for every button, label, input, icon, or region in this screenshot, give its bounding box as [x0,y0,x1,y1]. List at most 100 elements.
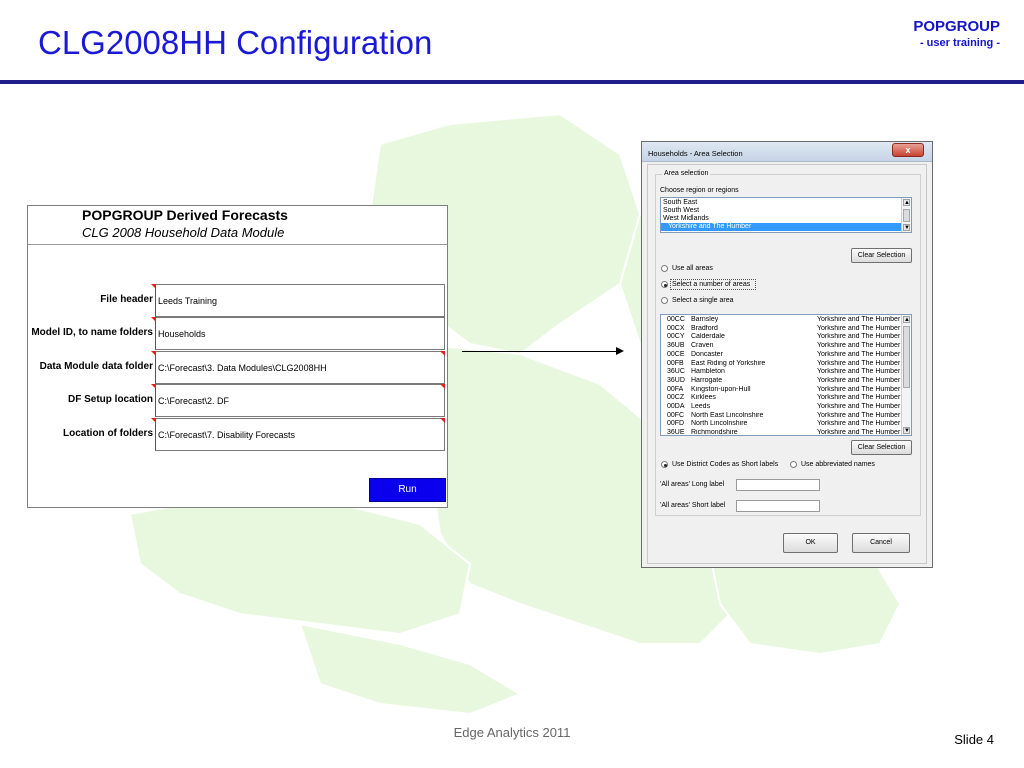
use-abbreviated-label: Use abbreviated names [801,461,875,468]
comment-marker-icon [151,384,156,389]
list-item[interactable]: 36UC Hambleton Yorkshire and The Humber [661,368,901,376]
form-header: POPGROUP Derived Forecasts CLG 2008 Hous… [28,206,447,245]
dialog-title: Households - Area Selection [648,149,743,158]
area-code: 00FD [667,420,685,428]
area-region: Yorkshire and The Humber [817,368,901,376]
scroll-down-icon[interactable]: ▼ [903,224,910,231]
comment-marker-icon [151,284,156,289]
area-code: 00FA [667,385,684,393]
clear-areas-button[interactable]: Clear Selection [851,440,912,455]
area-region: Yorkshire and The Humber [817,403,901,410]
list-item[interactable]: 36UB Craven Yorkshire and The Humber [661,342,901,350]
dialog-body: Area selection Choose region or regions … [647,164,927,564]
region-item-selected[interactable]: Yorkshire and The Humber [661,223,902,231]
dialog-titlebar[interactable]: Households - Area Selection x [642,142,932,162]
area-region: Yorkshire and The Humber [817,316,901,323]
area-code: 36UD [667,376,685,384]
area-code: 36UE [667,429,685,436]
footer-text: Edge Analytics 2011 [453,725,571,740]
area-code: 00CX [667,324,685,332]
area-code: 00CE [667,350,685,358]
list-item[interactable]: 00FA Kingston-upon-Hull Yorkshire and The … [661,386,901,394]
comment-marker-icon [440,384,445,389]
region-listbox[interactable]: South East South West West Midlands York… [660,197,912,233]
use-abbreviated-radio[interactable] [790,461,797,468]
scroll-up-icon[interactable]: ▲ [903,199,910,206]
data-folder-field[interactable]: C:\Forecast\3. Data Modules\CLG2008HH [155,351,445,384]
short-label-caption: 'All areas' Short label [660,502,726,509]
select-number-areas-radio[interactable] [661,281,668,288]
scroll-thumb[interactable] [903,326,910,388]
model-id-field[interactable]: Households [155,317,445,350]
use-all-areas-label: Use all areas [672,265,713,272]
area-code: 00FB [667,359,684,367]
group-label: Area selection [662,170,711,177]
clear-selection-button[interactable]: Clear Selection [851,248,912,263]
area-selection-dialog: Households - Area Selection x Area selec… [641,141,933,568]
select-single-area-label: Select a single area [672,297,734,304]
list-item[interactable]: 36UD Harrogate Yorkshire and The Humber [661,377,901,385]
area-code: 36UB [667,342,685,350]
scroll-thumb[interactable] [903,209,910,222]
list-item[interactable]: 00CC Barnsley Yorkshire and The Humber [661,316,901,324]
area-region: Yorkshire and The Humber [817,350,901,358]
form-title: POPGROUP Derived Forecasts [82,207,288,223]
area-name: Bradford [691,324,718,332]
area-code: 00DA [667,403,685,410]
slide-number: Slide 4 [954,732,994,747]
list-item[interactable]: 00CX Bradford Yorkshire and The Humber [661,325,901,333]
flow-arrow-line [462,351,618,352]
form-row-folders-location: Location of folders C:\Forecast\7. Disab… [28,418,447,451]
area-name: Leeds [691,403,711,410]
select-number-areas-label: Select a number of areas [672,281,751,288]
region-item[interactable]: South East [663,199,697,207]
arrow-right-icon [616,347,624,355]
area-name: Kirklees [691,394,716,402]
brand-subtitle: - user training - [919,37,1000,49]
comment-marker-icon [151,317,156,322]
comment-marker-icon [440,351,445,356]
list-item[interactable]: 00DA Leeds Yorkshire and The Humber [661,403,901,411]
area-region: Yorkshire and The Humber [817,411,901,419]
area-region: Yorkshire and The Humber [817,394,901,402]
file-header-field[interactable]: Leeds Training [155,284,445,317]
use-district-codes-radio[interactable] [661,461,668,468]
list-item[interactable]: 36UE Richmondshire Yorkshire and The Humbe… [661,429,901,436]
region-scrollbar[interactable]: ▲ ▼ [901,198,911,232]
list-item[interactable]: 00FD North Lincolnshire Yorkshire and The … [661,420,901,428]
run-button[interactable]: Run [369,478,446,502]
areas-scrollbar[interactable]: ▲ ▼ [901,315,911,435]
scroll-down-icon[interactable]: ▼ [903,427,910,434]
area-name: Harrogate [691,376,723,384]
list-item[interactable]: 00CY Calderdale Yorkshire and The Humber [661,333,901,341]
cancel-button[interactable]: Cancel [852,533,910,553]
close-button[interactable]: x [892,143,924,157]
form-row-df-setup: DF Setup location C:\Forecast\2. DF [28,384,447,417]
region-item[interactable]: South West [663,207,699,215]
list-item[interactable]: 00FC North East Lincolnshire Yorkshire and… [661,412,901,420]
area-region: Yorkshire and The Humber [817,420,901,428]
forecast-form-panel: POPGROUP Derived Forecasts CLG 2008 Hous… [27,205,448,508]
list-item[interactable]: 00CE Doncaster Yorkshire and The Humber [661,351,901,359]
areas-listbox[interactable]: 00CC Barnsley Yorkshire and The Humber 00CX… [660,314,912,436]
long-label-input[interactable] [736,479,820,491]
model-id-label: Model ID, to name folders [31,327,153,338]
use-all-areas-radio[interactable] [661,265,668,272]
region-item[interactable]: West Midlands [663,215,709,223]
df-setup-field[interactable]: C:\Forecast\2. DF [155,384,445,417]
area-code: 00FC [667,411,685,419]
scroll-up-icon[interactable]: ▲ [903,316,910,323]
form-row-data-folder: Data Module data folder C:\Forecast\3. D… [28,351,447,384]
form-subtitle: CLG 2008 Household Data Module [82,225,285,240]
area-code: 00CY [667,333,685,341]
select-single-area-radio[interactable] [661,297,668,304]
list-item[interactable]: 00FB East Riding of Yorkshire Yorkshire an… [661,360,901,368]
area-region: Yorkshire and The Humber [817,385,901,393]
folders-location-field[interactable]: C:\Forecast\7. Disability Forecasts [155,418,445,451]
area-name: North Lincolnshire [691,420,748,428]
ok-button[interactable]: OK [783,533,838,553]
area-code: 00CZ [667,394,685,402]
list-item[interactable]: 00CZ Kirklees Yorkshire and The Humber [661,394,901,402]
area-region: Yorkshire and The Humber [817,324,901,332]
short-label-input[interactable] [736,500,820,512]
